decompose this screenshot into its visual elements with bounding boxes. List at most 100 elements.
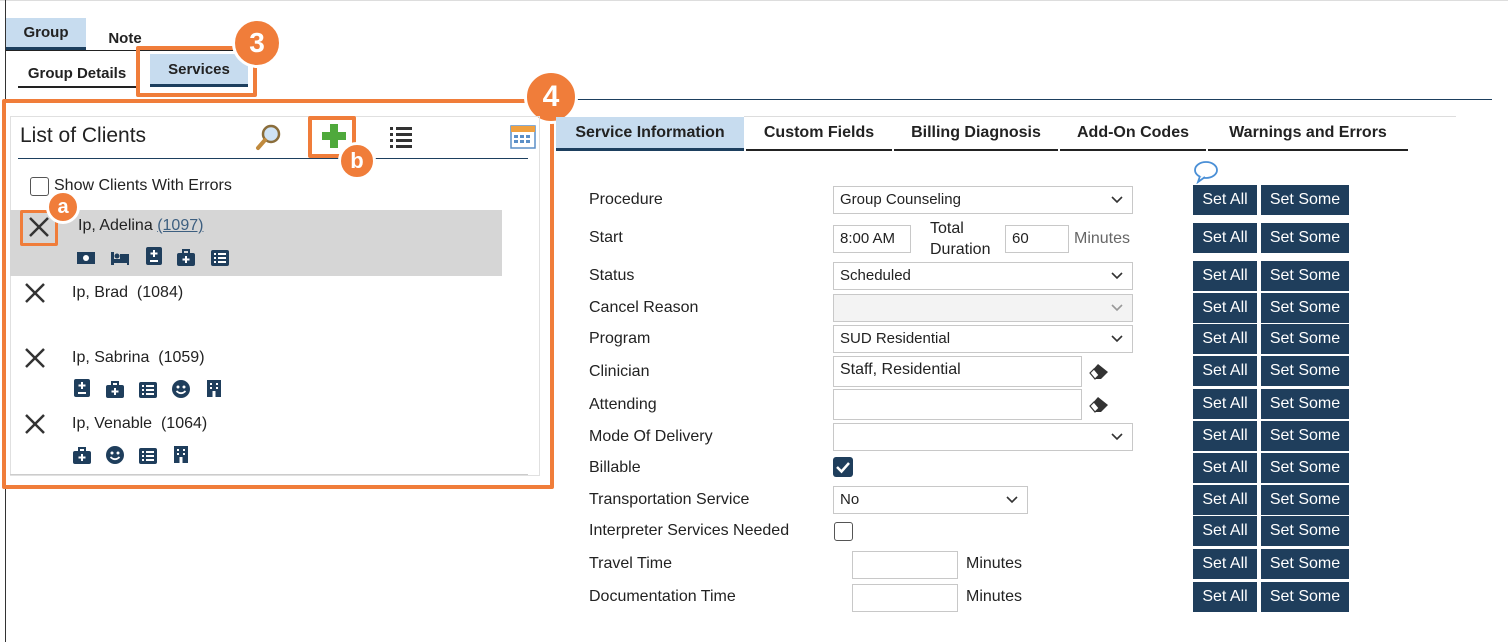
set-some-button[interactable]: Set Some	[1261, 485, 1349, 515]
cancel-reason-select[interactable]	[833, 294, 1133, 322]
building-icon[interactable]	[204, 378, 224, 398]
attending-label: Attending	[589, 396, 657, 413]
set-all-button[interactable]: Set All	[1193, 324, 1257, 354]
set-some-button[interactable]: Set Some	[1261, 582, 1349, 612]
set-all-button[interactable]: Set All	[1193, 261, 1257, 291]
client-name[interactable]: Ip, Brad (1084)	[72, 284, 183, 302]
medical-bag-icon[interactable]	[176, 248, 196, 268]
remove-client-icon[interactable]	[24, 347, 46, 369]
travel-time-unit: Minutes	[966, 555, 1023, 572]
transportation-select[interactable]: No	[833, 486, 1028, 514]
program-value: SUD Residential	[840, 330, 951, 347]
set-all-button[interactable]: Set All	[1193, 582, 1257, 612]
set-all-button[interactable]: Set All	[1193, 356, 1257, 386]
eraser-icon[interactable]	[1088, 361, 1110, 381]
tab-billing-diagnosis[interactable]: Billing Diagnosis	[894, 117, 1058, 151]
client-name[interactable]: Ip, Adelina (1097)	[78, 217, 203, 235]
set-all-button[interactable]: Set All	[1193, 485, 1257, 515]
tab-warnings-errors[interactable]: Warnings and Errors	[1208, 117, 1408, 151]
travel-time-input[interactable]	[852, 551, 958, 579]
procedure-select[interactable]: Group Counseling	[833, 186, 1133, 214]
set-all-button[interactable]: Set All	[1193, 549, 1257, 579]
documentation-time-label: Documentation Time	[589, 588, 736, 605]
eraser-icon[interactable]	[1088, 394, 1110, 414]
remove-client-icon[interactable]	[28, 216, 50, 238]
set-all-button[interactable]: Set All	[1193, 516, 1257, 546]
set-all-button[interactable]: Set All	[1193, 223, 1257, 253]
tab-custom-fields[interactable]: Custom Fields	[746, 117, 892, 151]
building-icon[interactable]	[171, 444, 191, 464]
tabs-top-rule	[744, 116, 1456, 117]
list-icon[interactable]	[388, 124, 414, 150]
billable-checkbox[interactable]	[833, 457, 853, 477]
annotation-badge-b: b	[338, 142, 376, 180]
set-some-button[interactable]: Set Some	[1261, 516, 1349, 546]
program-select[interactable]: SUD Residential	[833, 325, 1133, 353]
comment-icon[interactable]	[1193, 160, 1219, 184]
tab-group[interactable]: Group	[6, 18, 86, 50]
tab-group-details[interactable]: Group Details	[18, 60, 136, 88]
annotation-badge-3: 3	[232, 18, 282, 68]
duration-value: 60	[1012, 230, 1029, 247]
client-id: (1084)	[136, 284, 184, 301]
set-some-button[interactable]: Set Some	[1261, 389, 1349, 419]
money-icon[interactable]	[76, 248, 96, 268]
bed-icon[interactable]	[110, 248, 130, 268]
remove-client-icon[interactable]	[24, 413, 46, 435]
smiley-icon[interactable]	[171, 379, 191, 399]
chevron-down-icon	[1111, 335, 1123, 343]
set-some-button[interactable]: Set Some	[1261, 324, 1349, 354]
client-name[interactable]: Ip, Venable (1064)	[72, 415, 207, 433]
attending-input[interactable]	[833, 389, 1082, 420]
set-some-button[interactable]: Set Some	[1261, 356, 1349, 386]
interpreter-checkbox[interactable]	[834, 522, 853, 541]
client-list-underline	[18, 158, 528, 159]
calendar-icon[interactable]	[510, 124, 536, 150]
duration-input[interactable]: 60	[1005, 225, 1069, 253]
search-icon[interactable]	[254, 122, 284, 152]
details-list-icon[interactable]	[210, 248, 230, 268]
details-list-icon[interactable]	[138, 446, 158, 466]
set-all-button[interactable]: Set All	[1193, 421, 1257, 451]
tab-service-information[interactable]: Service Information	[556, 117, 744, 151]
documentation-time-input[interactable]	[852, 584, 958, 612]
client-id-link[interactable]: (1097)	[157, 217, 203, 234]
set-all-button[interactable]: Set All	[1193, 453, 1257, 483]
remove-client-icon[interactable]	[24, 282, 46, 304]
set-some-button[interactable]: Set Some	[1261, 549, 1349, 579]
start-label: Start	[589, 229, 623, 246]
set-some-button[interactable]: Set Some	[1261, 453, 1349, 483]
total-duration-label: Total Duration	[930, 218, 990, 260]
set-some-button[interactable]: Set Some	[1261, 293, 1349, 323]
set-some-button[interactable]: Set Some	[1261, 421, 1349, 451]
medical-bag-icon[interactable]	[105, 380, 125, 400]
mode-of-delivery-label: Mode Of Delivery	[589, 428, 713, 445]
section-rule	[556, 99, 1492, 100]
travel-time-label: Travel Time	[589, 555, 672, 572]
procedure-value: Group Counseling	[840, 191, 961, 208]
client-id: (1059)	[158, 349, 205, 366]
start-time-value: 8:00 AM	[840, 230, 896, 247]
medical-bag-icon[interactable]	[72, 446, 92, 466]
smiley-icon[interactable]	[105, 445, 125, 465]
tab-add-on-codes[interactable]: Add-On Codes	[1060, 117, 1206, 151]
medical-record-icon[interactable]	[144, 246, 164, 266]
client-name[interactable]: Ip, Sabrina (1059)	[72, 349, 205, 367]
details-list-icon[interactable]	[138, 380, 158, 400]
status-select[interactable]: Scheduled	[833, 262, 1133, 290]
set-all-button[interactable]: Set All	[1193, 389, 1257, 419]
clinician-input[interactable]: Staff, Residential	[833, 356, 1082, 387]
set-some-button[interactable]: Set Some	[1261, 261, 1349, 291]
set-some-button[interactable]: Set Some	[1261, 223, 1349, 253]
start-time-input[interactable]: 8:00 AM	[833, 225, 911, 253]
show-errors-checkbox[interactable]	[30, 177, 49, 196]
clinician-value: Staff, Residential	[840, 361, 961, 378]
chevron-down-icon	[1111, 272, 1123, 280]
set-all-button[interactable]: Set All	[1193, 293, 1257, 323]
documentation-time-unit: Minutes	[966, 588, 1023, 605]
set-all-button[interactable]: Set All	[1193, 185, 1257, 215]
set-some-button[interactable]: Set Some	[1261, 185, 1349, 215]
medical-record-icon[interactable]	[72, 378, 92, 398]
client-name-text: Ip, Brad	[72, 284, 129, 301]
mode-of-delivery-select[interactable]	[833, 423, 1133, 451]
